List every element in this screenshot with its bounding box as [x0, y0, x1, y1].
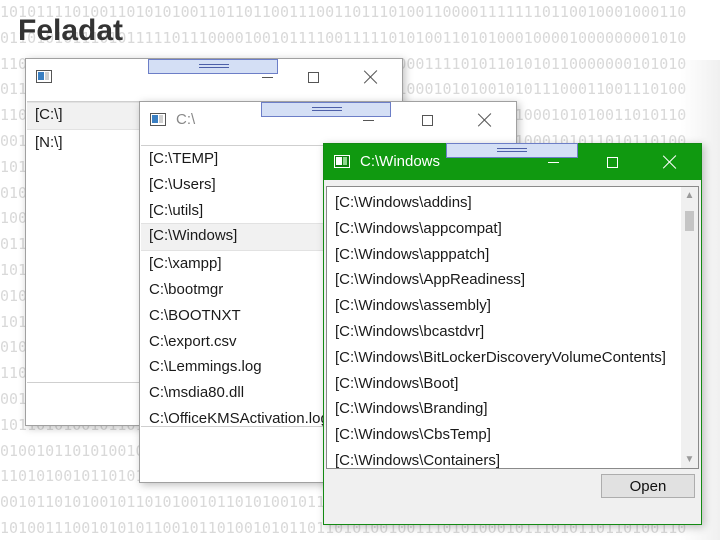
list-item[interactable]: [C:\Windows\apppatch] — [327, 242, 698, 268]
window-drag-tag — [148, 59, 278, 74]
maximize-button[interactable] — [589, 144, 635, 180]
list-item[interactable]: [C:\Windows\addins] — [327, 190, 698, 216]
list-item[interactable]: [C:\Windows\Branding] — [327, 396, 698, 422]
windows-folder-window: C:\Windows [C:\Windows\addins] [C:\Windo… — [323, 143, 702, 525]
scroll-down-icon[interactable]: ▼ — [681, 451, 698, 468]
app-window-icon — [150, 113, 166, 126]
open-button[interactable]: Open — [601, 474, 695, 498]
maximize-icon — [606, 156, 618, 168]
list-item[interactable]: [C:\Windows\appcompat] — [327, 216, 698, 242]
scroll-up-icon[interactable]: ▲ — [681, 187, 698, 204]
list-item[interactable]: [C:\Windows\Containers] — [327, 448, 698, 468]
windows-folder-window-title: C:\Windows — [360, 153, 441, 170]
close-button[interactable] — [462, 102, 508, 138]
list-item[interactable]: [C:\Windows\assembly] — [327, 293, 698, 319]
c-drive-window-title: C:\ — [176, 111, 196, 128]
maximize-button[interactable] — [290, 59, 336, 95]
maximize-icon — [421, 114, 433, 126]
list-item[interactable]: [C:\Windows\Boot] — [327, 371, 698, 397]
list-item[interactable]: [C:\Windows\bcastdvr] — [327, 319, 698, 345]
list-item[interactable]: [C:\Windows\AppReadiness] — [327, 267, 698, 293]
slide-title: Feladat — [18, 14, 124, 47]
minimize-icon — [261, 76, 273, 78]
close-button[interactable] — [348, 59, 394, 95]
app-window-icon — [36, 70, 52, 83]
app-window-icon — [334, 155, 350, 168]
close-icon — [478, 113, 492, 127]
list-item[interactable]: [C:\Windows\CbsTemp] — [327, 422, 698, 448]
minimize-icon — [362, 119, 374, 121]
maximize-icon — [307, 71, 319, 83]
maximize-button[interactable] — [404, 102, 450, 138]
close-button[interactable] — [647, 144, 693, 180]
vertical-scrollbar[interactable]: ▲ ▼ — [681, 187, 698, 468]
window-drag-tag — [446, 143, 578, 158]
close-icon — [663, 155, 677, 169]
scrollbar-thumb[interactable] — [685, 211, 694, 231]
window-drag-tag — [261, 102, 391, 117]
list-item[interactable]: [C:\Windows\BitLockerDiscoveryVolumeCont… — [327, 345, 698, 371]
windows-folder-listbox[interactable]: [C:\Windows\addins] [C:\Windows\appcompa… — [326, 186, 699, 469]
close-icon — [364, 70, 378, 84]
minimize-icon — [547, 161, 559, 163]
